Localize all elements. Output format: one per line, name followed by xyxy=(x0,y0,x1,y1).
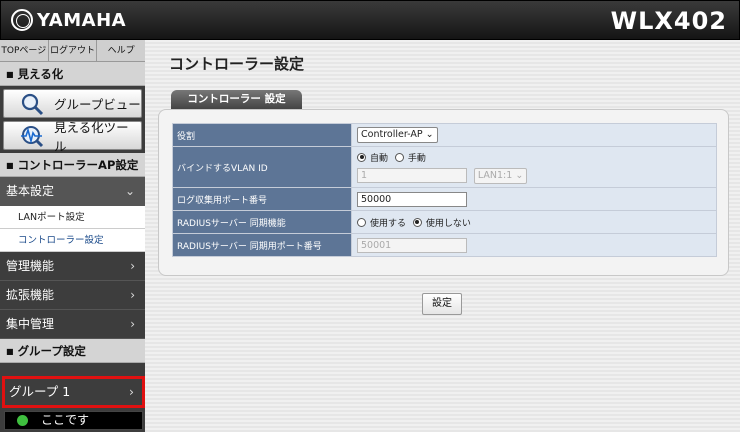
sidebar-subitem-controller[interactable]: コントローラー設定 xyxy=(0,229,145,252)
visualize-tool-button[interactable]: 見える化ツール xyxy=(3,120,142,154)
group-view-label: グループビュー xyxy=(54,97,141,112)
vlan-auto-label: 自動 xyxy=(370,153,389,164)
log-port-input[interactable]: 50000 xyxy=(357,191,467,207)
sidebar-item-central[interactable]: 集中管理 › xyxy=(0,310,145,339)
table-row: RADIUSサーバー 同期機能 使用する 使用しない xyxy=(172,210,717,234)
sidebar-item-basic-settings[interactable]: 基本設定 ⌄ xyxy=(0,177,145,206)
sidebar: TOPページ ログアウト ヘルプ 見える化 グループビュー 見える化ツール コン… xyxy=(0,40,145,432)
sidebar-item-extension[interactable]: 拡張機能 › xyxy=(0,281,145,310)
yamaha-logo: YAMAHA xyxy=(11,9,126,31)
chevron-right-icon: › xyxy=(130,288,135,302)
table-row: バインドするVLAN ID 自動 手動 1 LAN1:1 ⌄ xyxy=(172,146,717,188)
vlan-manual-label: 手動 xyxy=(407,153,426,164)
radius-use-radio[interactable] xyxy=(357,217,366,227)
management-label: 管理機能 xyxy=(6,259,55,273)
sidebar-subitem-lan-port[interactable]: LANポート設定 xyxy=(0,206,145,229)
top-page-link[interactable]: TOPページ xyxy=(0,40,49,61)
visualize-heading: 見える化 xyxy=(0,62,145,86)
main-content: コントローラー設定 コントローラー 設定 役割 Controller-AP ⌄ … xyxy=(145,40,740,432)
top-nav: TOPページ ログアウト ヘルプ xyxy=(0,40,145,62)
table-row: 役割 Controller-AP ⌄ xyxy=(172,123,717,147)
magnifier-icon xyxy=(20,92,44,116)
table-row: ログ収集用ポート番号 50000 xyxy=(172,187,717,211)
vlan-label: バインドするVLAN ID xyxy=(172,146,352,188)
logout-link[interactable]: ログアウト xyxy=(49,40,98,61)
chevron-down-icon: ⌄ xyxy=(124,184,135,198)
vlan-auto-radio[interactable] xyxy=(357,152,366,162)
vlan-id-input[interactable]: 1 xyxy=(357,167,467,183)
chevron-right-icon: › xyxy=(130,317,135,331)
visualize-tool-label: 見える化ツール xyxy=(54,119,129,154)
settings-panel: 役割 Controller-AP ⌄ バインドするVLAN ID 自動 手動 1… xyxy=(158,109,729,276)
help-link[interactable]: ヘルプ xyxy=(97,40,145,61)
group-settings-heading: グループ設定 xyxy=(0,339,145,363)
tuning-fork-logo-icon xyxy=(11,9,33,31)
settings-table: 役割 Controller-AP ⌄ バインドするVLAN ID 自動 手動 1… xyxy=(172,123,717,257)
here-indicator: ここです xyxy=(4,411,143,430)
vlan-port-select[interactable]: LAN1:1 ⌄ xyxy=(473,167,528,184)
table-row: RADIUSサーバー 同期用ポート番号 50001 xyxy=(172,233,717,257)
radius-sync-label: RADIUSサーバー 同期機能 xyxy=(172,210,352,234)
submit-button[interactable]: 設定 xyxy=(422,293,462,315)
group-1-label: グループ 1 xyxy=(9,384,71,399)
extension-label: 拡張機能 xyxy=(6,288,55,302)
pulse-magnifier-icon xyxy=(20,124,44,148)
vlan-manual-radio[interactable] xyxy=(394,152,404,162)
sidebar-item-management[interactable]: 管理機能 › xyxy=(0,252,145,281)
page-title: コントローラー設定 xyxy=(169,55,305,73)
model-name: WLX402 xyxy=(610,7,727,35)
top-header: YAMAHA WLX402 xyxy=(0,0,740,40)
log-port-label: ログ収集用ポート番号 xyxy=(172,187,352,211)
role-label: 役割 xyxy=(172,123,352,147)
radius-port-label: RADIUSサーバー 同期用ポート番号 xyxy=(172,233,352,257)
chevron-down-icon: ⌄ xyxy=(425,129,434,140)
brand-name: YAMAHA xyxy=(37,9,127,31)
radius-use-label: 使用する xyxy=(370,218,407,229)
central-label: 集中管理 xyxy=(6,317,55,331)
tab-controller-settings[interactable]: コントローラー 設定 xyxy=(171,90,302,109)
chevron-right-icon: › xyxy=(129,384,134,399)
radius-port-input[interactable]: 50001 xyxy=(357,237,467,253)
here-label: ここです xyxy=(41,413,90,427)
group-view-button[interactable]: グループビュー xyxy=(3,89,142,118)
radius-nouse-label: 使用しない xyxy=(425,218,471,229)
controller-ap-heading: コントローラーAP設定 xyxy=(0,153,145,177)
status-dot-icon xyxy=(17,415,28,426)
chevron-right-icon: › xyxy=(130,259,135,273)
sidebar-item-group-1[interactable]: グループ 1 › xyxy=(2,376,145,408)
chevron-down-icon: ⌄ xyxy=(515,169,524,181)
basic-settings-label: 基本設定 xyxy=(6,184,55,198)
role-select[interactable]: Controller-AP ⌄ xyxy=(357,127,438,143)
radius-nouse-radio[interactable] xyxy=(412,217,422,227)
